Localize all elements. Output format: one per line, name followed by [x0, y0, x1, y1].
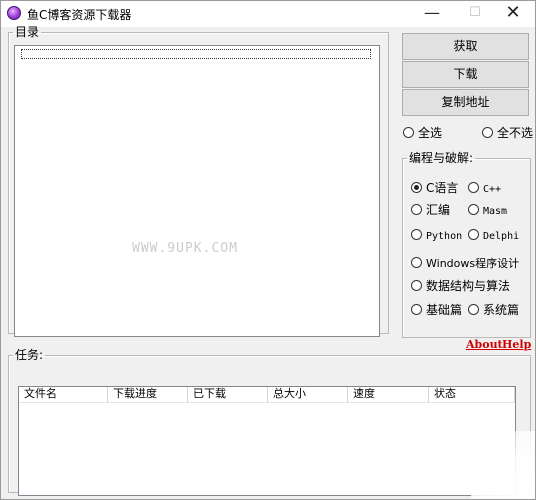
minimize-button[interactable]: —: [409, 1, 455, 27]
window-title: 鱼C博客资源下载器: [27, 8, 132, 22]
radio-icon: [411, 280, 422, 291]
radio-icon: [482, 127, 493, 138]
app-icon: [7, 6, 21, 20]
title-bar[interactable]: 鱼C博客资源下载器 — ☐ ✕: [1, 1, 535, 27]
radio-icon: [411, 304, 422, 315]
radio-icon: [468, 304, 479, 315]
radio-icon: [411, 204, 422, 215]
column-header-speed[interactable]: 速度: [348, 387, 429, 402]
column-header-status[interactable]: 状态: [429, 387, 515, 402]
tasks-group: 任务: 文件名 下载进度 已下载 总大小 速度 状态: [8, 348, 531, 496]
programming-legend: 编程与破解:: [409, 151, 474, 165]
radio-icon: [411, 229, 422, 240]
radio-checked-icon: [411, 182, 422, 193]
catalog-legend: 目录: [15, 25, 40, 39]
option-label: C语言: [426, 181, 459, 195]
task-table-header: 文件名 下载进度 已下载 总大小 速度 状态: [19, 387, 515, 403]
radio-icon: [411, 257, 422, 268]
option-label: Python: [426, 231, 463, 242]
option-label: 系统篇: [483, 303, 520, 317]
select-all-radio[interactable]: 全选: [403, 125, 442, 141]
option-delphi[interactable]: Delphi: [468, 227, 519, 243]
copy-address-button[interactable]: 复制地址: [402, 89, 529, 116]
option-label: 基础篇: [426, 303, 463, 317]
select-all-label: 全选: [418, 126, 443, 140]
radio-icon: [468, 182, 479, 193]
option-asm[interactable]: 汇编: [411, 202, 450, 218]
option-data-structures[interactable]: 数据结构与算法: [411, 278, 510, 294]
option-label: Windows程序设计: [426, 257, 520, 270]
tree-row-focused[interactable]: [21, 49, 371, 59]
radio-icon: [468, 204, 479, 215]
option-c[interactable]: C语言: [411, 180, 458, 196]
option-python[interactable]: Python: [411, 227, 462, 243]
close-button[interactable]: ✕: [490, 1, 535, 27]
task-list-view[interactable]: 文件名 下载进度 已下载 总大小 速度 状态: [18, 386, 516, 496]
catalog-tree-view[interactable]: [14, 45, 380, 337]
watermark-text: WWW.9UPK.COM: [132, 241, 238, 256]
catalog-group: 目录: [8, 25, 389, 337]
select-none-radio[interactable]: 全不选: [482, 125, 533, 141]
column-header-total-size[interactable]: 总大小: [268, 387, 348, 402]
tasks-legend: 任务:: [15, 348, 44, 362]
radio-icon: [403, 127, 414, 138]
option-label: C++: [483, 184, 502, 195]
column-header-filename[interactable]: 文件名: [19, 387, 108, 402]
app-window: 鱼C博客资源下载器 — ☐ ✕ 目录 获取 下载 复制地址 全选 全不选 编程与…: [0, 0, 536, 500]
option-label: 数据结构与算法: [426, 279, 511, 293]
download-button[interactable]: 下载: [402, 61, 529, 88]
option-label: 汇编: [426, 203, 451, 217]
radio-icon: [468, 229, 479, 240]
option-cpp[interactable]: C++: [468, 180, 501, 196]
option-basics[interactable]: 基础篇: [411, 302, 462, 318]
option-label: Delphi: [483, 231, 520, 242]
select-none-label: 全不选: [497, 126, 534, 140]
option-windows[interactable]: Windows程序设计: [411, 255, 519, 271]
option-label: Masm: [483, 206, 508, 217]
option-system[interactable]: 系统篇: [468, 302, 519, 318]
fetch-button[interactable]: 获取: [402, 33, 529, 60]
column-header-progress[interactable]: 下载进度: [108, 387, 188, 402]
option-masm[interactable]: Masm: [468, 202, 507, 218]
column-header-downloaded[interactable]: 已下载: [188, 387, 268, 402]
